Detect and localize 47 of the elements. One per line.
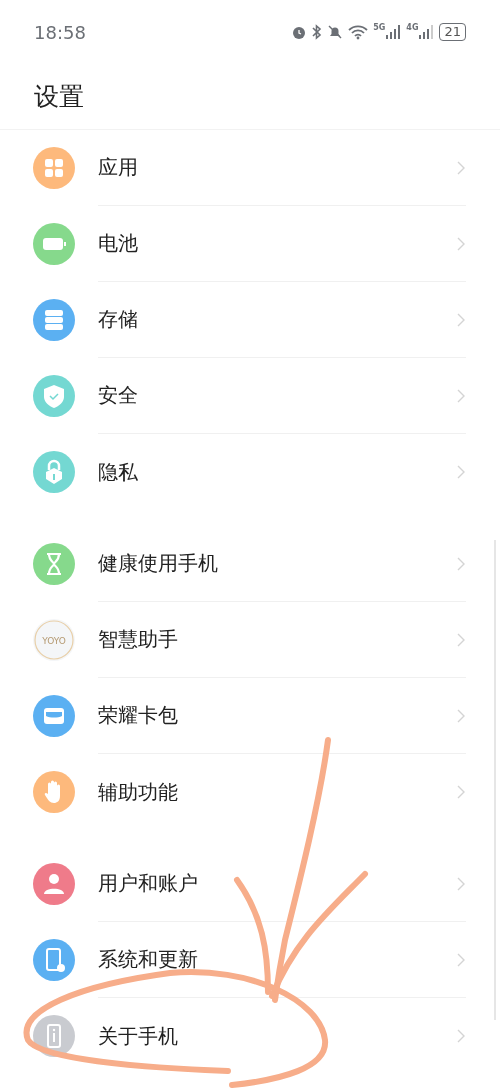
signal-icon bbox=[418, 24, 435, 40]
info-icon bbox=[33, 1015, 75, 1057]
setting-label[interactable]: 荣耀卡包 bbox=[98, 702, 456, 729]
assistant-icon: YOYO bbox=[33, 619, 75, 661]
chevron-right-icon bbox=[456, 875, 466, 892]
wifi-icon bbox=[348, 24, 369, 40]
chevron-right-icon bbox=[456, 235, 466, 252]
chevron-right-icon bbox=[456, 387, 466, 404]
chevron-right-icon bbox=[456, 555, 466, 572]
chevron-right-icon bbox=[456, 951, 466, 968]
hand-icon bbox=[33, 771, 75, 813]
chevron-right-icon bbox=[456, 311, 466, 328]
shield-icon bbox=[33, 375, 75, 417]
setting-label[interactable]: 辅助功能 bbox=[98, 778, 456, 806]
setting-label[interactable]: 健康使用手机 bbox=[98, 550, 456, 577]
network-type: 4G bbox=[406, 24, 419, 32]
lock-icon bbox=[33, 451, 75, 493]
setting-label[interactable]: 智慧助手 bbox=[98, 626, 456, 653]
chevron-right-icon bbox=[456, 784, 466, 800]
chevron-right-icon bbox=[456, 1028, 466, 1044]
chevron-right-icon bbox=[456, 707, 466, 724]
setting-label[interactable]: 系统和更新 bbox=[98, 946, 456, 973]
storage-icon bbox=[33, 299, 75, 341]
setting-label[interactable]: 应用 bbox=[98, 154, 456, 181]
wallet-icon bbox=[33, 695, 75, 737]
battery-level: 21 bbox=[439, 23, 466, 41]
muted-bell-icon bbox=[327, 24, 344, 40]
network-type: 5G bbox=[373, 24, 386, 32]
setting-label[interactable]: 关于手机 bbox=[98, 1022, 456, 1050]
alarm-icon bbox=[291, 24, 308, 40]
setting-label[interactable]: 隐私 bbox=[98, 458, 456, 486]
signal-icon bbox=[385, 24, 402, 40]
setting-label[interactable]: 电池 bbox=[98, 230, 456, 257]
phone-gear-icon bbox=[33, 939, 75, 981]
chevron-right-icon bbox=[456, 159, 466, 176]
chevron-right-icon bbox=[456, 464, 466, 480]
user-icon bbox=[33, 863, 75, 905]
bluetooth-icon bbox=[312, 24, 323, 40]
grid-icon bbox=[33, 147, 75, 189]
hourglass-icon bbox=[33, 543, 75, 585]
setting-label[interactable]: 安全 bbox=[98, 382, 456, 409]
page-title: 设置 bbox=[34, 81, 84, 113]
setting-label[interactable]: 存储 bbox=[98, 306, 456, 333]
chevron-right-icon bbox=[456, 631, 466, 648]
status-time: 18:58 bbox=[34, 21, 86, 43]
battery-icon bbox=[33, 223, 75, 265]
setting-label[interactable]: 用户和账户 bbox=[98, 870, 456, 897]
